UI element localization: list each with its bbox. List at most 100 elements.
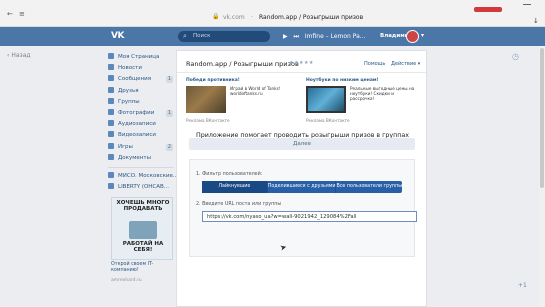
header-divider (177, 72, 426, 73)
scrollbar-thumb[interactable] (540, 48, 544, 188)
menu-label: Друзья (118, 87, 139, 94)
avatar[interactable] (406, 30, 419, 43)
menu-label: Игры (118, 143, 133, 150)
back-link[interactable]: ‹ Назад (7, 52, 31, 59)
vk-header: VK ⌕ Поиск ▶ ⏭ Imfine – Lemon Pa... Влад… (0, 27, 545, 46)
sidebar-ad[interactable]: ХОЧЕШЬ МНОГО ПРОДАВАТЬ РАБОТАЙ НА СЕБЯ! (111, 197, 173, 260)
photo-icon (108, 108, 114, 115)
ad-slogan: РАБОТАЙ НА СЕБЯ! (122, 241, 164, 253)
ad-headline: ХОЧЕШЬ МНОГО ПРОДАВАТЬ (116, 200, 170, 212)
promo-text: Играй в World of Tanks! worldoftanks.ru (230, 86, 281, 96)
menu-label: Видеозаписи (118, 132, 156, 139)
next-icon[interactable]: ⏭ (294, 33, 299, 40)
filter-liked[interactable]: Лайкнувшие (202, 181, 268, 193)
menu-label: LIBERTY (ОНСАВ... (118, 184, 170, 191)
lock-icon: 🔒 (212, 13, 220, 20)
app-panel: Random.app / Розыгрыши призов ★★★★★ Помо… (176, 50, 427, 307)
minimize-icon[interactable] (523, 4, 531, 5)
promo-image (186, 86, 226, 113)
back-label: Назад (11, 52, 31, 59)
promo-left[interactable]: Победи противника! Играй в World of Tank… (186, 78, 298, 126)
menu-item-news[interactable]: Новости (108, 63, 173, 74)
menu-divider (108, 166, 173, 168)
count-badge: 1 (166, 109, 173, 117)
filter-all-members[interactable]: Все пользователи группы (336, 181, 402, 193)
menu-label: Группы (118, 98, 140, 105)
promo-footer: Реклама ВКонтакте (186, 118, 230, 123)
music-icon (108, 120, 114, 127)
menu-item-messages[interactable]: Сообщения 1 (108, 74, 173, 85)
search-icon: ⌕ (183, 32, 187, 40)
news-icon (108, 64, 114, 71)
url-separator: · (251, 14, 253, 21)
user-filter: Лайкнувшие Поделившиеся с друзьями Все п… (202, 181, 402, 193)
download-icon[interactable]: ↓ (533, 17, 539, 25)
play-icon[interactable]: ▶ (283, 33, 288, 40)
menu-label: Аудиозаписи (118, 121, 156, 128)
ad-site[interactable]: amrexhard.ru (111, 278, 142, 283)
menu-item-group-1[interactable]: МИСО. Московские... (108, 171, 178, 182)
back-arrow-icon[interactable]: ← (7, 10, 13, 18)
next-button[interactable]: Далее (189, 138, 415, 150)
document-icon (108, 153, 114, 160)
left-menu: Моя Страница Новости Сообщения 1 Друзья Г… (108, 52, 178, 193)
rating-stars: ★★★★★ (289, 60, 314, 66)
menu-label: Новости (118, 65, 142, 72)
filter-shared[interactable]: Поделившиеся с друзьями (268, 181, 337, 193)
actions-dropdown[interactable]: Действие ▾ (391, 61, 420, 67)
menu-label: Документы (118, 154, 151, 161)
url-title: Random.app / Розыгрыши призов (259, 14, 364, 21)
chat-icon[interactable]: ◷ (512, 52, 519, 61)
url-label: 2. Введите URL поста или группы (196, 202, 282, 207)
menu-item-my-page[interactable]: Моя Страница (108, 52, 173, 63)
filter-label: 1. Фильтр пользователей: (196, 172, 263, 177)
friends-icon (108, 86, 114, 93)
menu-icon[interactable]: ≡ (19, 10, 25, 18)
groups-icon (108, 97, 114, 104)
menu-item-documents[interactable]: Документы (108, 153, 173, 164)
page-title: Random.app / Розыгрыши призов (186, 60, 299, 68)
search-placeholder: Поиск (193, 33, 211, 39)
player-track[interactable]: Imfine – Lemon Pa... (305, 33, 366, 40)
promo-right[interactable]: Ноутбуки по низким ценам! Реальные выгод… (306, 78, 418, 126)
promo-title: Ноутбуки по низким ценам! (306, 78, 379, 83)
video-icon (108, 131, 114, 138)
menu-item-games[interactable]: Игры 2 (108, 142, 173, 153)
ad-caption[interactable]: Открой своем IT-компанию! (111, 262, 171, 273)
address-bar[interactable]: 🔒 vk.com · Random.app / Розыгрыши призов (212, 13, 447, 24)
promo-image (306, 86, 346, 113)
group-avatar-icon (108, 183, 114, 190)
menu-item-friends[interactable]: Друзья (108, 86, 173, 97)
url-domain: vk.com (223, 14, 245, 21)
browser-chrome: ← ≡ 🔒 vk.com · Random.app / Розыгрыши пр… (0, 0, 545, 27)
menu-label: Моя Страница (118, 54, 160, 60)
help-link[interactable]: Помощь (364, 61, 385, 67)
menu-item-photos[interactable]: Фотографии 1 (108, 108, 173, 119)
message-icon (108, 75, 114, 82)
games-icon (108, 142, 114, 149)
chevron-down-icon[interactable]: ▾ (421, 32, 424, 39)
plus-one-badge: +1 (518, 282, 527, 289)
count-badge: 1 (166, 76, 173, 84)
promo-title: Победи противника! (186, 78, 240, 83)
promo-text: Реальные выгодные цены на ноутбуки! Скид… (350, 86, 415, 101)
search-input[interactable]: ⌕ Поиск (178, 31, 270, 42)
menu-item-audio[interactable]: Аудиозаписи (108, 119, 173, 130)
menu-label: МИСО. Московские... (118, 172, 179, 179)
home-icon (108, 53, 114, 59)
ad-illustration (129, 221, 157, 239)
recording-indicator (474, 7, 502, 12)
menu-label: Фотографии (118, 109, 155, 116)
post-url-input[interactable] (202, 211, 417, 222)
menu-item-group-2[interactable]: LIBERTY (ОНСАВ... (108, 182, 173, 193)
giveaway-form: 1. Фильтр пользователей: Лайкнувшие Поде… (189, 159, 417, 257)
audio-player[interactable]: ▶ ⏭ Imfine – Lemon Pa... (283, 33, 369, 41)
group-avatar-icon (108, 171, 114, 178)
count-badge: 2 (166, 143, 173, 151)
vk-logo[interactable]: VK (111, 31, 124, 41)
promo-footer: Реклама ВКонтакте (306, 118, 350, 123)
menu-item-video[interactable]: Видеозаписи (108, 130, 173, 141)
menu-item-groups[interactable]: Группы (108, 97, 173, 108)
chevron-left-icon: ‹ (7, 52, 10, 59)
menu-label: Сообщения (118, 76, 152, 83)
